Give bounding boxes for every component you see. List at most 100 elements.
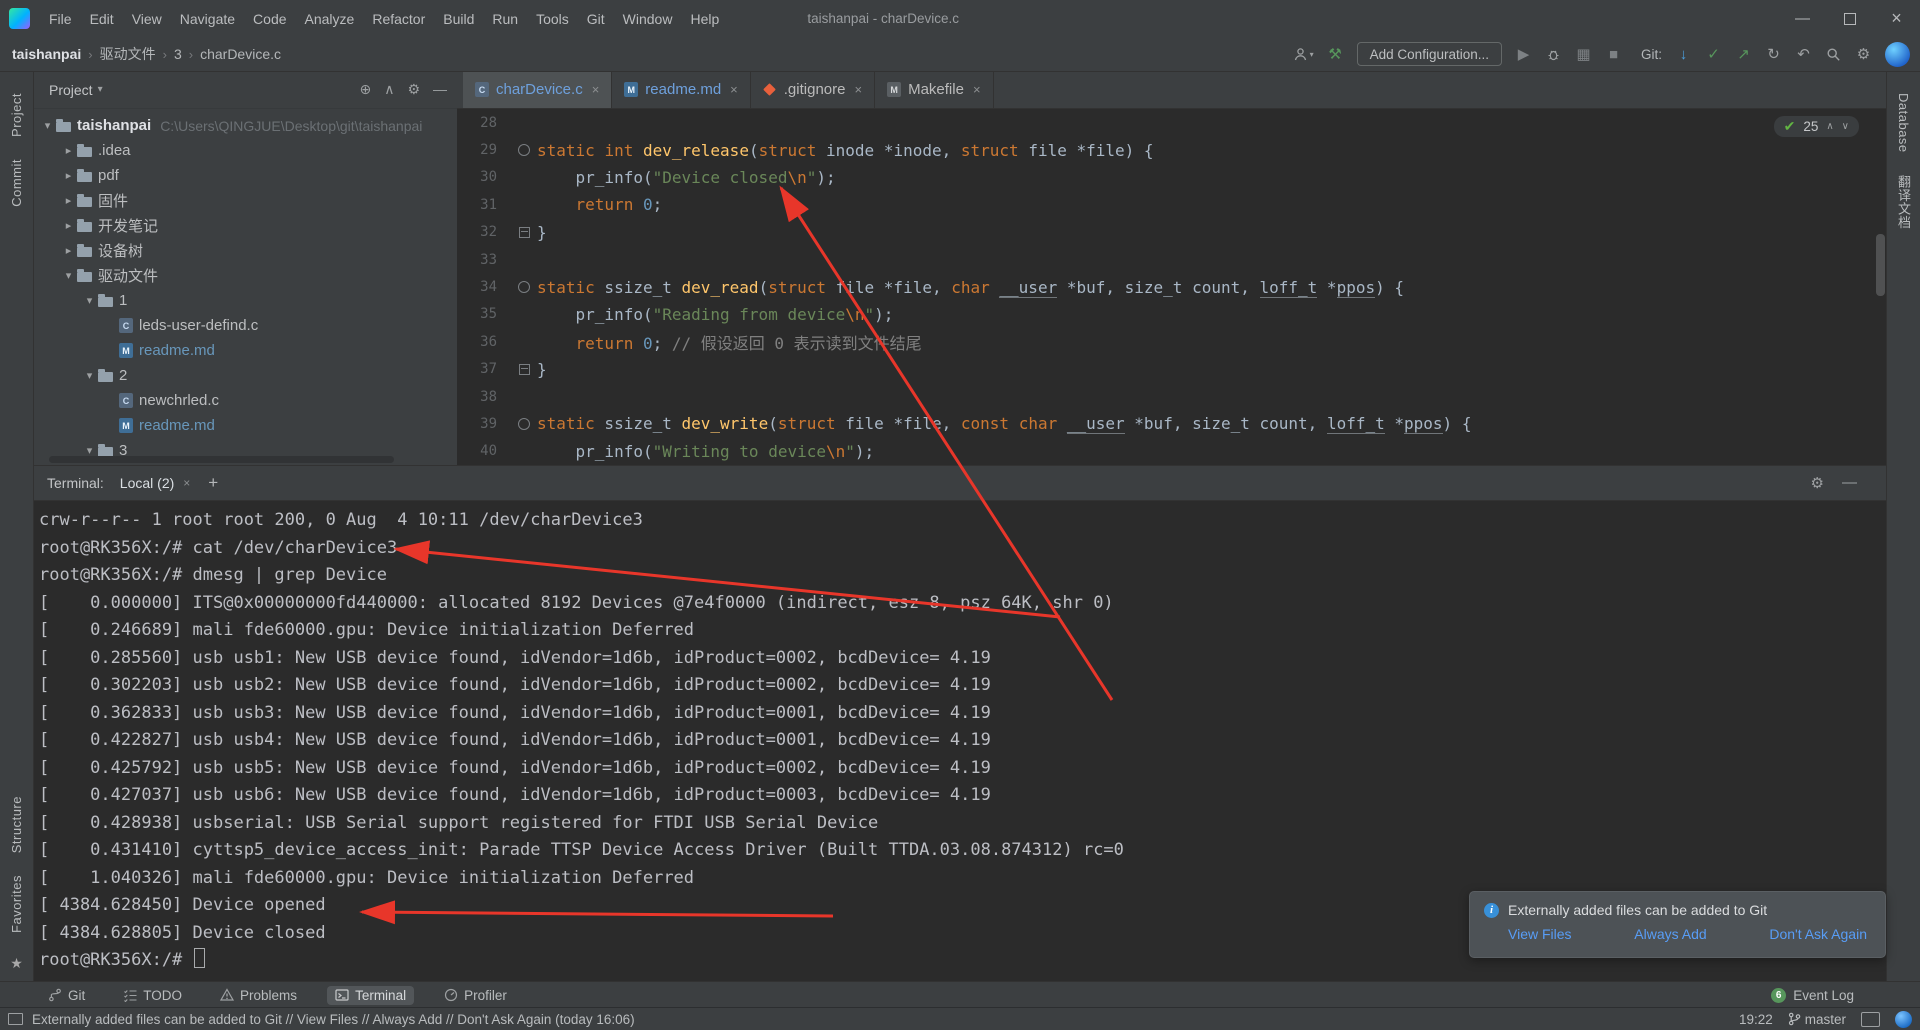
git-update-icon[interactable]: ↓ bbox=[1675, 43, 1692, 65]
stripe-button-project[interactable]: Project bbox=[9, 93, 24, 137]
search-everywhere-icon[interactable] bbox=[1825, 43, 1842, 65]
add-configuration-button[interactable]: Add Configuration... bbox=[1357, 42, 1502, 66]
menu-item-git[interactable]: Git bbox=[578, 11, 614, 27]
tree-item-leds-user-defind-c[interactable]: Cleds-user-defind.c bbox=[33, 313, 457, 338]
menu-item-file[interactable]: File bbox=[40, 11, 81, 27]
terminal-hide-icon[interactable]: — bbox=[1842, 474, 1857, 492]
tree-item-设备树[interactable]: ▸设备树 bbox=[33, 238, 457, 263]
inspections-widget[interactable]: ✔ 25 ∧ ∨ bbox=[1774, 116, 1859, 137]
breadcrumb-item-chardevice-c[interactable]: charDevice.c bbox=[200, 46, 281, 62]
git-branch-widget[interactable]: master bbox=[1788, 1012, 1846, 1027]
next-issue-icon[interactable]: ∨ bbox=[1842, 121, 1849, 132]
close-icon[interactable]: × bbox=[183, 476, 190, 490]
tree-item-readme-md[interactable]: Mreadme.md bbox=[33, 413, 457, 438]
stripe-button-structure[interactable]: Structure bbox=[9, 796, 24, 853]
menu-item-run[interactable]: Run bbox=[483, 11, 527, 27]
fold-function-icon[interactable] bbox=[518, 144, 530, 156]
stripe-button-database[interactable]: Database bbox=[1896, 93, 1911, 153]
tree-item-固件[interactable]: ▸固件 bbox=[33, 188, 457, 213]
user-avatar[interactable] bbox=[1885, 42, 1910, 67]
fold-close-icon[interactable] bbox=[519, 364, 530, 375]
close-button[interactable]: × bbox=[1873, 0, 1920, 37]
menu-item-navigate[interactable]: Navigate bbox=[171, 11, 244, 27]
tree-item-驱动文件[interactable]: ▾驱动文件 bbox=[33, 263, 457, 288]
fold-close-icon[interactable] bbox=[519, 227, 530, 238]
debug-button[interactable] bbox=[1545, 43, 1562, 65]
local-history-icon[interactable]: ↻ bbox=[1765, 43, 1782, 65]
chevron-right-icon[interactable]: ▸ bbox=[60, 144, 77, 157]
minimize-button[interactable]: — bbox=[1779, 0, 1826, 37]
favorites-star-icon[interactable]: ★ bbox=[10, 955, 23, 972]
horizontal-scrollbar[interactable] bbox=[49, 456, 394, 463]
new-terminal-button[interactable]: + bbox=[208, 473, 218, 493]
build-wrench-icon[interactable]: ⚒ bbox=[1327, 43, 1344, 65]
toolwindow-button-git[interactable]: Git bbox=[40, 986, 93, 1005]
breadcrumb-item-3[interactable]: 3 bbox=[174, 46, 182, 62]
tree-item-newchrled-c[interactable]: Cnewchrled.c bbox=[33, 388, 457, 413]
code-editor[interactable]: 2829static int dev_release(struct inode … bbox=[457, 109, 1887, 465]
tree-item-1[interactable]: ▾1 bbox=[33, 288, 457, 313]
stripe-button-翻译文档[interactable]: 翻译文档 bbox=[1894, 175, 1913, 229]
hide-panel-icon[interactable]: — bbox=[433, 81, 447, 98]
menu-item-view[interactable]: View bbox=[123, 11, 171, 27]
fold-function-icon[interactable] bbox=[518, 418, 530, 430]
rollback-icon[interactable]: ↶ bbox=[1795, 43, 1812, 65]
close-icon[interactable]: × bbox=[973, 82, 981, 97]
fold-function-icon[interactable] bbox=[518, 281, 530, 293]
run-button[interactable]: ▶ bbox=[1515, 43, 1532, 65]
menu-item-tools[interactable]: Tools bbox=[527, 11, 578, 27]
toolwindow-button-problems[interactable]: Problems bbox=[212, 986, 305, 1005]
code-with-me-icon[interactable]: ▾ bbox=[1293, 43, 1314, 65]
breadcrumb-item-taishanpai[interactable]: taishanpai bbox=[12, 46, 81, 62]
locate-file-icon[interactable]: ⊕ bbox=[359, 81, 371, 98]
close-icon[interactable]: × bbox=[592, 82, 600, 97]
tree-item-开发笔记[interactable]: ▸开发笔记 bbox=[33, 213, 457, 238]
project-panel-title[interactable]: Project▾ bbox=[49, 82, 103, 98]
toolwindow-toggle-icon[interactable] bbox=[8, 1013, 23, 1025]
collapse-all-icon[interactable]: ∧ bbox=[384, 81, 394, 98]
menu-item-window[interactable]: Window bbox=[614, 11, 682, 27]
toolwindow-button-terminal[interactable]: Terminal bbox=[327, 986, 414, 1005]
close-icon[interactable]: × bbox=[854, 82, 862, 97]
event-log-button[interactable]: 6 Event Log bbox=[1771, 988, 1920, 1003]
menu-item-build[interactable]: Build bbox=[434, 11, 483, 27]
maximize-button[interactable] bbox=[1826, 0, 1873, 37]
chevron-down-icon[interactable]: ▾ bbox=[39, 119, 56, 132]
settings-gear-icon[interactable]: ⚙ bbox=[1855, 43, 1872, 65]
close-icon[interactable]: × bbox=[730, 82, 738, 97]
toolwindow-button-profiler[interactable]: Profiler bbox=[436, 986, 515, 1005]
tab-makefile[interactable]: MMakefile× bbox=[875, 71, 993, 108]
notification-action-don-t-ask-again[interactable]: Don't Ask Again bbox=[1769, 926, 1867, 942]
menu-item-help[interactable]: Help bbox=[681, 11, 728, 27]
coverage-button[interactable]: ▦ bbox=[1575, 43, 1592, 65]
tree-item-2[interactable]: ▾2 bbox=[33, 363, 457, 388]
tree-item-idea[interactable]: ▸.idea bbox=[33, 138, 457, 163]
breadcrumb-item-驱动文件[interactable]: 驱动文件 bbox=[100, 44, 156, 64]
tree-item-readme-md[interactable]: Mreadme.md bbox=[33, 338, 457, 363]
toolwindow-button-todo[interactable]: TODO bbox=[115, 986, 190, 1005]
stop-button[interactable]: ■ bbox=[1605, 43, 1622, 65]
menu-item-code[interactable]: Code bbox=[244, 11, 295, 27]
menu-item-analyze[interactable]: Analyze bbox=[296, 11, 364, 27]
tree-item-pdf[interactable]: ▸pdf bbox=[33, 163, 457, 188]
terminal-settings-icon[interactable]: ⚙ bbox=[1811, 474, 1824, 492]
tree-item-taishanpai[interactable]: ▾taishanpaiC:\Users\QINGJUE\Desktop\git\… bbox=[33, 113, 457, 138]
notification-action-always-add[interactable]: Always Add bbox=[1634, 926, 1706, 942]
editor-scrollbar[interactable] bbox=[1876, 234, 1885, 296]
menu-item-refactor[interactable]: Refactor bbox=[363, 11, 434, 27]
menu-item-edit[interactable]: Edit bbox=[81, 11, 123, 27]
chevron-down-icon[interactable]: ▾ bbox=[81, 294, 98, 307]
chevron-right-icon[interactable]: ▸ bbox=[60, 169, 77, 182]
chevron-right-icon[interactable]: ▸ bbox=[60, 244, 77, 257]
git-commit-icon[interactable]: ✓ bbox=[1705, 43, 1722, 65]
chevron-right-icon[interactable]: ▸ bbox=[60, 194, 77, 207]
git-push-icon[interactable]: ↗ bbox=[1735, 43, 1752, 65]
tab-chardevice-c[interactable]: CcharDevice.c× bbox=[463, 71, 612, 108]
terminal-tab-local[interactable]: Local (2) × bbox=[114, 466, 196, 500]
chevron-down-icon[interactable]: ▾ bbox=[81, 369, 98, 382]
prev-issue-icon[interactable]: ∧ bbox=[1826, 121, 1833, 132]
tab-gitignore[interactable]: .gitignore× bbox=[751, 71, 875, 108]
project-settings-icon[interactable]: ⚙ bbox=[407, 81, 420, 98]
status-message[interactable]: Externally added files can be added to G… bbox=[32, 1012, 635, 1027]
chevron-right-icon[interactable]: ▸ bbox=[60, 219, 77, 232]
